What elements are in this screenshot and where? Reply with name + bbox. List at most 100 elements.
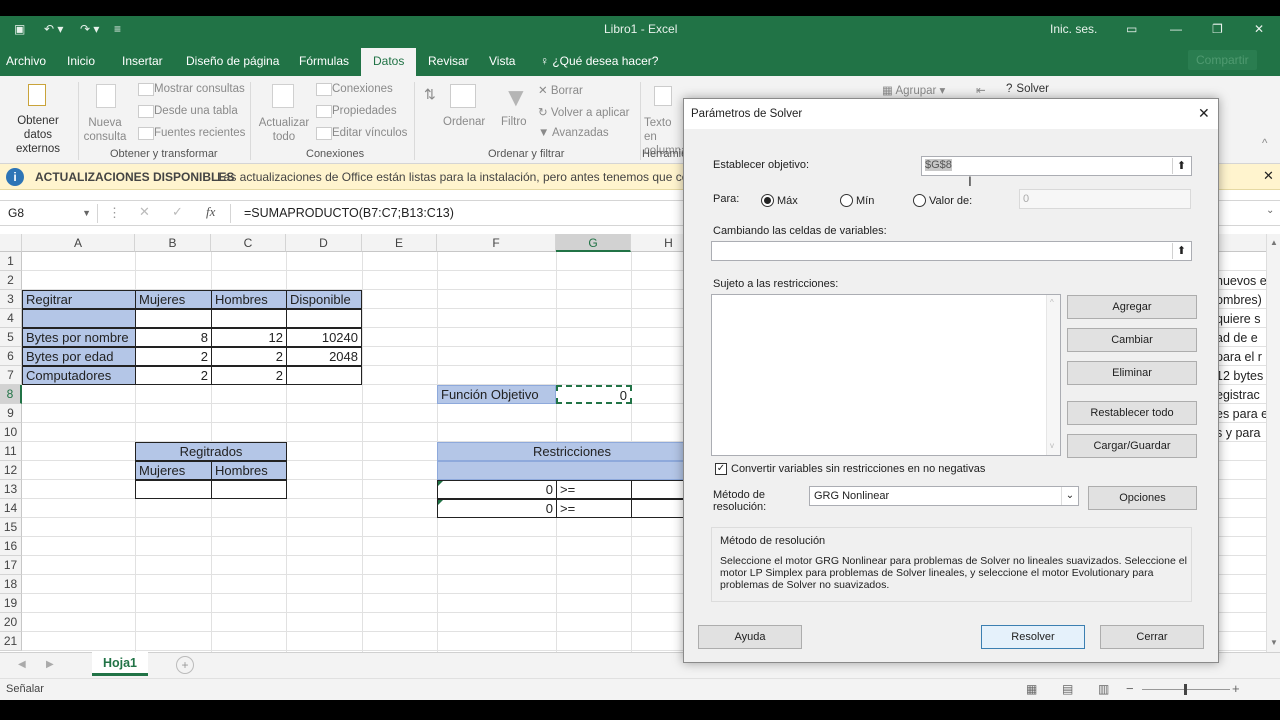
minimize-icon[interactable]: — — [1170, 22, 1182, 36]
save-icon[interactable]: ▣ — [14, 22, 25, 36]
radio-max[interactable] — [761, 194, 774, 207]
next-sheet-icon[interactable]: ▶ — [46, 659, 54, 670]
row-header-21[interactable]: 21 — [0, 632, 22, 651]
cell-c5[interactable]: 12 — [211, 328, 287, 347]
cell-d5[interactable]: 10240 — [286, 328, 362, 347]
scroll-down-icon[interactable]: ▼ — [1270, 638, 1278, 647]
close-button[interactable]: Cerrar — [1100, 625, 1204, 649]
cell-b3[interactable]: Mujeres — [135, 290, 212, 309]
tab-insertar[interactable]: Insertar — [122, 54, 163, 68]
page-break-icon[interactable]: ▥ — [1098, 682, 1109, 696]
row-header-13[interactable]: 13 — [0, 480, 22, 499]
insert-function-icon[interactable]: fx — [206, 204, 215, 220]
radio-min[interactable] — [840, 194, 853, 207]
row-header-5[interactable]: 5 — [0, 328, 22, 347]
redo-icon[interactable]: ↷ ▾ — [80, 22, 99, 36]
col-header-e[interactable]: E — [362, 234, 437, 252]
constraints-scrollbar[interactable]: ^ v — [1046, 295, 1060, 455]
edit-links-button[interactable]: Editar vínculos — [332, 127, 407, 139]
cell-f13[interactable]: 0 — [437, 480, 557, 499]
col-header-g[interactable]: G — [556, 234, 631, 252]
advanced-button[interactable]: ▼ Avanzadas — [538, 127, 609, 139]
cell-c13[interactable] — [211, 480, 287, 499]
collapse-ref-icon[interactable]: ⬆ — [1172, 243, 1190, 259]
scroll-up-icon[interactable]: ▲ — [1270, 238, 1278, 247]
constraints-list[interactable]: ^ v — [711, 294, 1061, 456]
row-header-10[interactable]: 10 — [0, 423, 22, 442]
row-header-17[interactable]: 17 — [0, 556, 22, 575]
tab-formulas[interactable]: Fórmulas — [299, 54, 349, 68]
row-header-19[interactable]: 19 — [0, 594, 22, 613]
zoom-in-icon[interactable]: + — [1232, 681, 1240, 696]
cell-a5[interactable]: Bytes por nombre — [22, 328, 136, 347]
add-sheet-icon[interactable]: + — [176, 656, 194, 674]
solve-button[interactable]: Resolver — [981, 625, 1085, 649]
cell-d7[interactable] — [286, 366, 362, 385]
tab-vista[interactable]: Vista — [489, 54, 515, 68]
cell-a6[interactable]: Bytes por edad — [22, 347, 136, 366]
nonneg-checkbox[interactable]: ✓ — [715, 463, 727, 475]
col-header-f[interactable]: F — [437, 234, 556, 252]
cancel-formula-icon[interactable]: ✕ — [139, 204, 150, 220]
clear-button[interactable]: ✕ Borrar — [538, 83, 583, 97]
col-header-b[interactable]: B — [135, 234, 211, 252]
cell-c12[interactable]: Hombres — [211, 461, 287, 480]
row-header-7[interactable]: 7 — [0, 366, 22, 385]
cell-b13[interactable] — [135, 480, 212, 499]
chevron-down-icon[interactable]: ⌄ — [1061, 487, 1078, 505]
radio-max-label[interactable]: Máx — [777, 195, 798, 207]
col-header-a[interactable]: A — [22, 234, 135, 252]
cell-g13[interactable]: >= — [556, 480, 632, 499]
sheet-tab-hoja1[interactable]: Hoja1 — [92, 652, 148, 676]
row-header-6[interactable]: 6 — [0, 347, 22, 366]
tab-revisar[interactable]: Revisar — [428, 54, 469, 68]
recent-sources-button[interactable]: Fuentes recientes — [154, 127, 245, 139]
cell-b12[interactable]: Mujeres — [135, 461, 212, 480]
cell-b5[interactable]: 8 — [135, 328, 212, 347]
changing-cells-input[interactable]: ⬆ — [711, 241, 1192, 261]
select-all-corner[interactable] — [0, 234, 22, 252]
help-button[interactable]: Ayuda — [698, 625, 802, 649]
cell-d4[interactable] — [286, 309, 362, 328]
close-window-icon[interactable]: ✕ — [1254, 22, 1264, 36]
row-header-4[interactable]: 4 — [0, 309, 22, 328]
cell-g8-selected[interactable]: 0 — [556, 385, 632, 404]
connections-button[interactable]: Conexiones — [332, 83, 393, 95]
solver-button[interactable]: ? Solver — [1006, 83, 1049, 95]
row-header-11[interactable]: 11 — [0, 442, 22, 461]
cell-d6[interactable]: 2048 — [286, 347, 362, 366]
prev-sheet-icon[interactable]: ◀ — [18, 659, 26, 670]
cell-g14[interactable]: >= — [556, 499, 632, 518]
cell-b4[interactable] — [135, 309, 212, 328]
dialog-close-icon[interactable]: ✕ — [1198, 105, 1210, 122]
formula-input[interactable]: =SUMAPRODUCTO(B7:C7;B13:C13) — [244, 206, 454, 220]
cell-c6[interactable]: 2 — [211, 347, 287, 366]
customize-qat-icon[interactable]: ≡ — [114, 22, 121, 36]
radio-value-of[interactable] — [913, 194, 926, 207]
tab-inicio[interactable]: Inicio — [67, 54, 95, 68]
get-external-data-button[interactable]: Obtener datos externos — [2, 114, 74, 156]
scroll-up-icon[interactable]: ^ — [1050, 298, 1054, 307]
cell-b7[interactable]: 2 — [135, 366, 212, 385]
collapse-ref-icon[interactable]: ⬆ — [1172, 158, 1190, 174]
change-button[interactable]: Cambiar — [1067, 328, 1197, 352]
name-box[interactable]: G8 ▼ — [4, 204, 98, 223]
cell-d3[interactable]: Disponible — [286, 290, 362, 309]
cell-f12[interactable] — [437, 461, 707, 480]
value-of-input[interactable]: 0 — [1019, 189, 1191, 209]
ribbon-display-icon[interactable]: ▭ — [1126, 22, 1137, 36]
normal-view-icon[interactable]: ▦ — [1026, 682, 1037, 696]
page-layout-icon[interactable]: ▤ — [1062, 682, 1073, 696]
options-button[interactable]: Opciones — [1088, 486, 1197, 510]
scroll-down-icon[interactable]: v — [1050, 441, 1054, 450]
cell-c3[interactable]: Hombres — [211, 290, 287, 309]
cell-b11-merged[interactable]: Regitrados — [135, 442, 287, 461]
cell-f11-merged[interactable]: Restricciones — [437, 442, 707, 461]
cell-a3[interactable]: Regitrar — [22, 290, 136, 309]
undo-icon[interactable]: ↶ ▾ — [44, 22, 63, 36]
confirm-formula-icon[interactable]: ✓ — [172, 204, 183, 220]
row-header-14[interactable]: 14 — [0, 499, 22, 518]
tab-datos[interactable]: Datos — [361, 48, 417, 76]
row-header-3[interactable]: 3 — [0, 290, 22, 309]
new-query-button[interactable]: Nueva consulta — [80, 116, 130, 144]
